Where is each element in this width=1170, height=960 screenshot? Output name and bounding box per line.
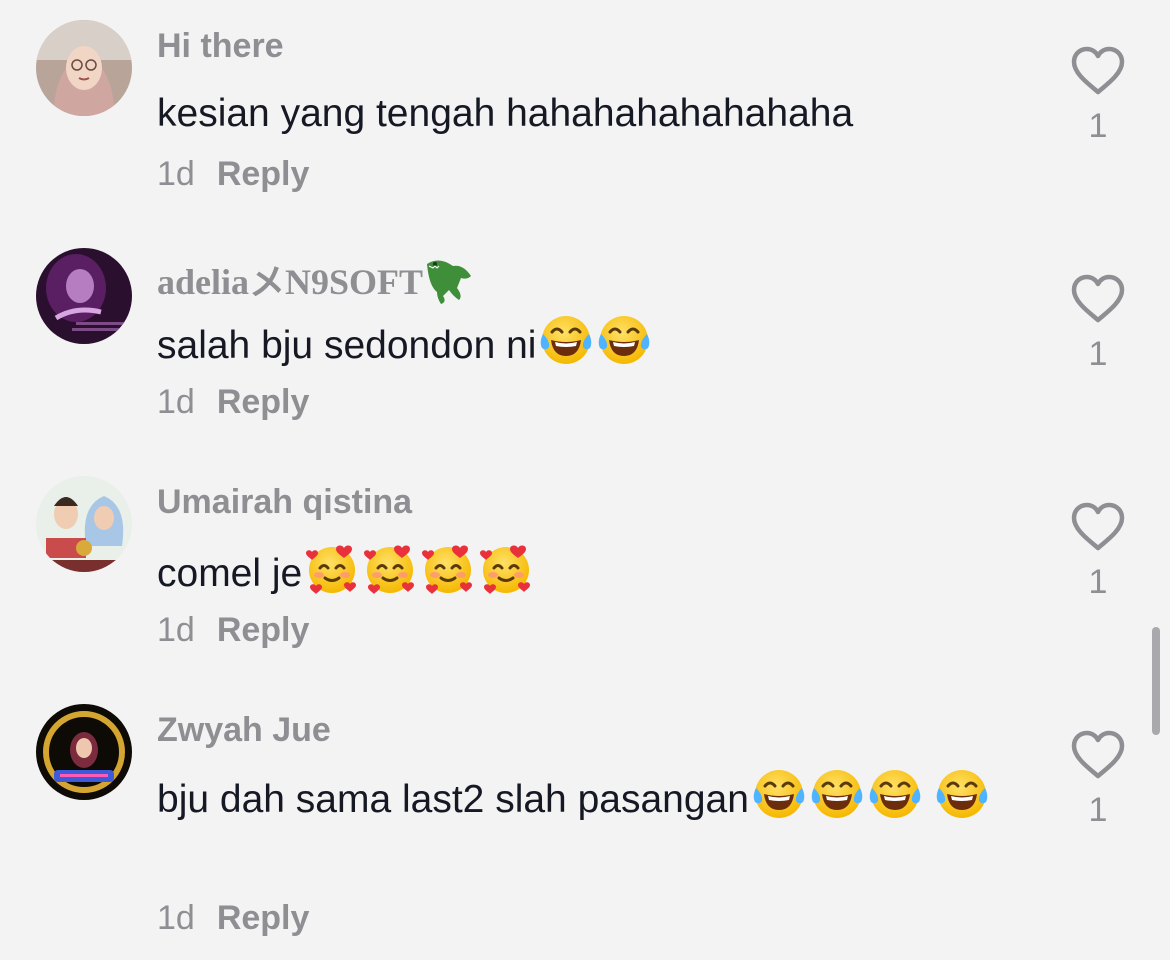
reply-button[interactable]: Reply [217, 899, 310, 937]
like-control: 1 [1068, 498, 1128, 602]
comment-list: Hi there kesian yang tengah hahahahahaha… [0, 0, 1170, 960]
avatar[interactable] [36, 20, 132, 116]
comment-meta: 1d Reply [157, 610, 309, 650]
smiling-face-with-hearts-emoji [478, 540, 534, 596]
reply-button[interactable]: Reply [217, 155, 310, 193]
avatar[interactable] [36, 248, 132, 344]
smiling-face-with-hearts-emoji [420, 540, 476, 596]
comment-username[interactable]: adeliaメN9SOFT [157, 254, 477, 304]
heart-outline-icon[interactable] [1068, 498, 1128, 558]
like-control: 1 [1068, 42, 1128, 146]
comment-age: 1d [157, 383, 195, 421]
comment-text: salah bju sedondon ni [157, 312, 1017, 376]
tears-of-joy-emoji [538, 312, 594, 368]
tears-of-joy-emoji [867, 766, 923, 822]
reply-button[interactable]: Reply [217, 383, 310, 421]
tears-of-joy-emoji [934, 766, 990, 822]
tears-of-joy-emoji [596, 312, 652, 368]
comment-item: Umairah qistina comel je 1d Reply 1 [0, 476, 1170, 666]
like-count: 1 [1088, 791, 1108, 829]
comment-age: 1d [157, 611, 195, 649]
like-control: 1 [1068, 270, 1128, 374]
comment-age: 1d [157, 899, 195, 937]
comment-username[interactable]: Umairah qistina [157, 482, 412, 522]
comment-username[interactable]: Zwyah Jue [157, 710, 331, 750]
comment-item: adeliaメN9SOFT salah bju sedondon ni 1d Re… [0, 248, 1170, 438]
avatar[interactable] [36, 704, 132, 800]
avatar[interactable] [36, 476, 132, 572]
comment-username[interactable]: Hi there [157, 26, 284, 66]
tears-of-joy-emoji [809, 766, 865, 822]
like-control: 1 [1068, 726, 1128, 830]
crocodile-emoji-icon [427, 260, 472, 304]
comment-meta: 1d Reply [157, 382, 309, 422]
heart-outline-icon[interactable] [1068, 726, 1128, 786]
comment-text: comel je [157, 540, 1017, 604]
smiling-face-with-hearts-emoji [304, 540, 360, 596]
comment-text: kesian yang tengah hahahahahahahaha [157, 92, 854, 135]
comment-meta: 1d Reply [157, 154, 309, 194]
like-count: 1 [1088, 335, 1108, 373]
like-count: 1 [1088, 563, 1108, 601]
like-count: 1 [1088, 107, 1108, 145]
heart-outline-icon[interactable] [1068, 42, 1128, 102]
heart-outline-icon[interactable] [1068, 270, 1128, 330]
smiling-face-with-hearts-emoji [362, 540, 418, 596]
comment-meta: 1d Reply [157, 898, 309, 938]
comment-text: bju dah sama last2 slah pasangan [157, 766, 1017, 830]
scrollbar-thumb[interactable] [1152, 627, 1160, 735]
comment-item: Zwyah Jue bju dah sama last2 slah pasang… [0, 704, 1170, 960]
tears-of-joy-emoji [751, 766, 807, 822]
reply-button[interactable]: Reply [217, 611, 310, 649]
comment-age: 1d [157, 155, 195, 193]
comment-item: Hi there kesian yang tengah hahahahahaha… [0, 20, 1170, 210]
